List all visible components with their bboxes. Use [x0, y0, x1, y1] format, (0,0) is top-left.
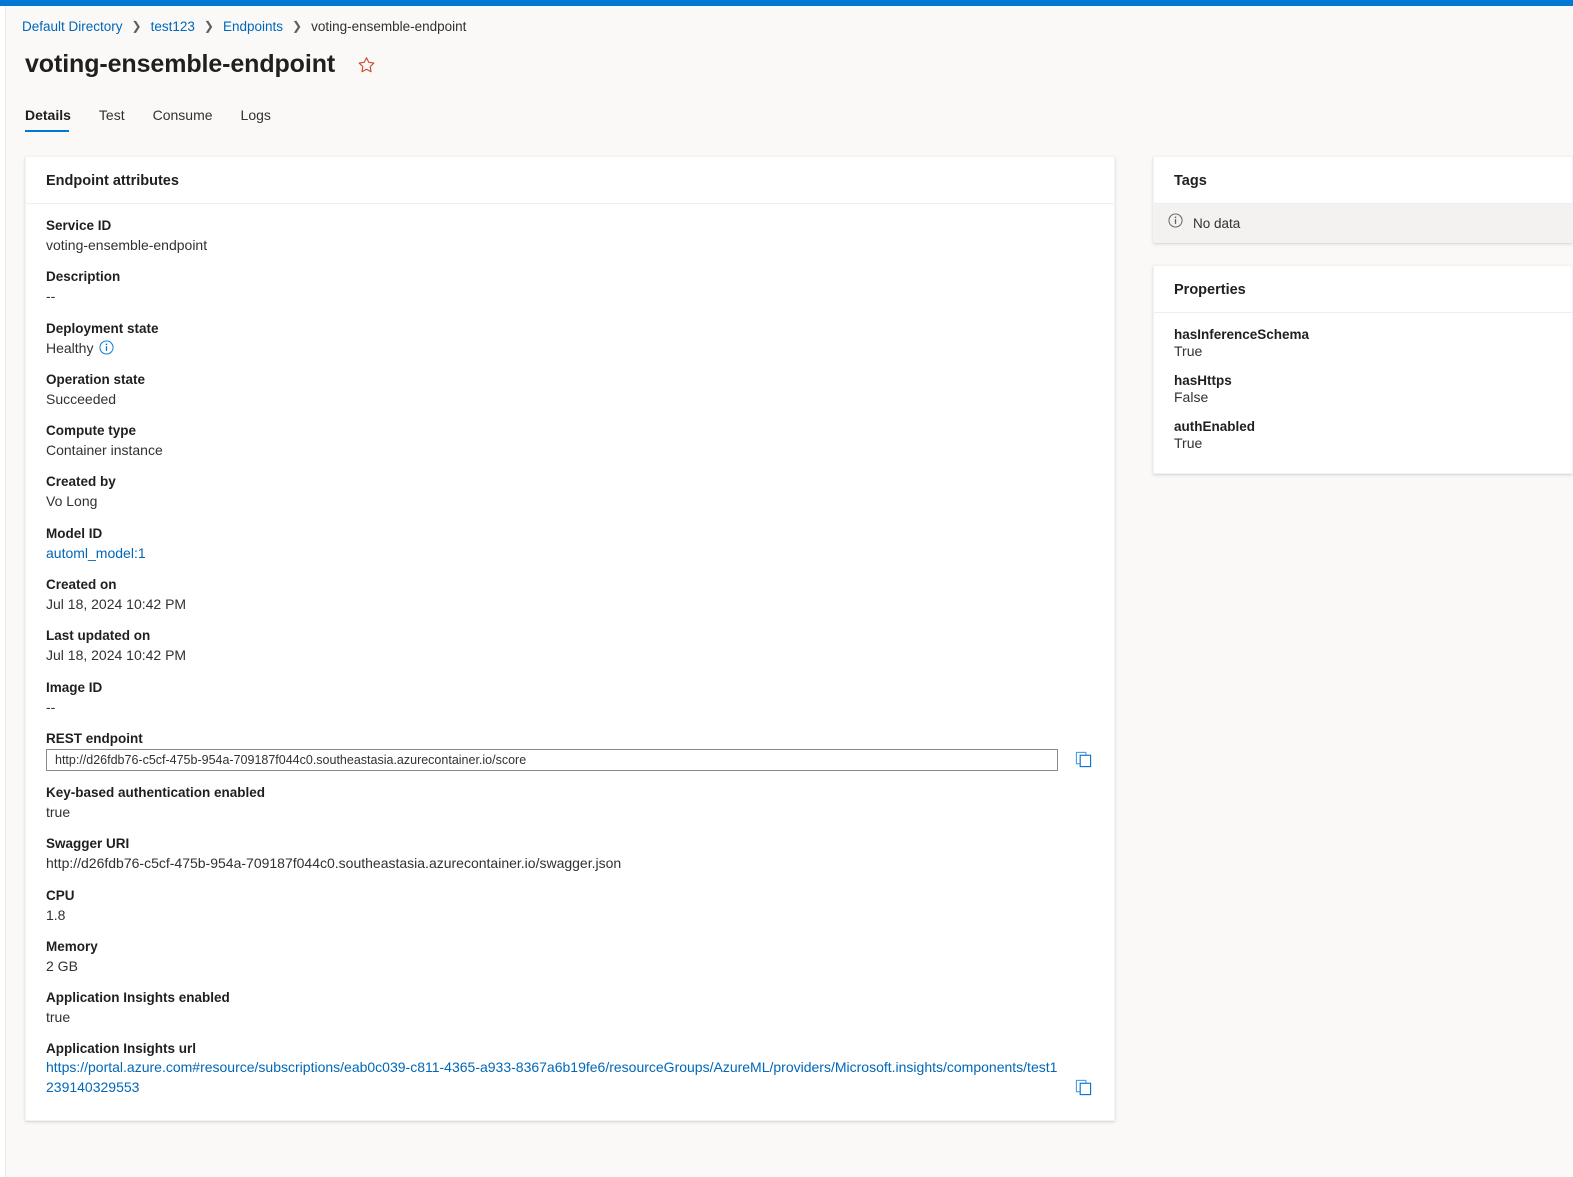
tab-test[interactable]: Test: [99, 107, 125, 132]
created-by-label: Created by: [46, 474, 116, 490]
compute-type-label: Compute type: [46, 423, 137, 439]
model-id-link[interactable]: automl_model:1: [46, 543, 1094, 563]
page-content: Default Directory ❯ test123 ❯ Endpoints …: [7, 6, 1573, 1122]
left-rail: [0, 6, 6, 1177]
deployment-state-value: Healthy: [46, 339, 94, 356]
breadcrumb-separator-icon: ❯: [203, 19, 214, 33]
service-id-value: voting-ensemble-endpoint: [46, 237, 208, 253]
endpoint-attributes-card: Endpoint attributes Service ID voting-en…: [25, 156, 1115, 1122]
attribute-created-by: Created by Vo Long: [46, 474, 1094, 511]
operation-state-value: Succeeded: [46, 390, 117, 407]
properties-card: Properties hasInferenceSchema True hasHt…: [1153, 265, 1573, 474]
breadcrumb-item-default-directory[interactable]: Default Directory: [22, 19, 123, 34]
model-id-label: Model ID: [46, 525, 103, 541]
attribute-compute-type: Compute type Container instance: [46, 423, 1094, 460]
endpoint-attributes-title: Endpoint attributes: [26, 157, 1114, 204]
breadcrumb-separator-icon: ❯: [131, 19, 142, 33]
tab-consume[interactable]: Consume: [153, 107, 213, 132]
key-auth-value: true: [46, 803, 71, 820]
last-updated-on-label: Last updated on: [46, 628, 151, 644]
page-title-row: voting-ensemble-endpoint: [7, 36, 1573, 82]
attribute-image-id: Image ID --: [46, 680, 1094, 717]
image-id-value: --: [46, 698, 56, 715]
attribute-deployment-state: Deployment state Healthy: [46, 321, 1094, 358]
attribute-app-insights-enabled: Application Insights enabled true: [46, 990, 1094, 1027]
attribute-rest-endpoint: REST endpoint: [46, 731, 1094, 771]
app-insights-url-link[interactable]: https://portal.azure.com#resource/subscr…: [46, 1058, 1058, 1098]
property-row: hasHttps False: [1174, 373, 1552, 405]
info-icon[interactable]: [99, 340, 114, 355]
attribute-description: Description --: [46, 269, 1094, 306]
app-insights-url-label: Application Insights url: [46, 1041, 197, 1057]
rest-endpoint-input[interactable]: [46, 748, 1059, 771]
app-insights-enabled-label: Application Insights enabled: [46, 990, 230, 1006]
endpoint-details-page: Default Directory ❯ test123 ❯ Endpoints …: [0, 0, 1573, 1177]
properties-body: hasInferenceSchema True hasHttps False a…: [1154, 313, 1572, 473]
property-value: True: [1174, 435, 1203, 451]
tab-logs[interactable]: Logs: [241, 107, 271, 132]
property-value: False: [1174, 389, 1209, 405]
side-column: Tags No data Properties hasInferenceSche…: [1153, 156, 1573, 474]
rest-endpoint-row: [46, 748, 1094, 771]
tags-empty-text: No data: [1193, 215, 1241, 231]
rest-endpoint-label: REST endpoint: [46, 730, 143, 746]
property-label: hasInferenceSchema: [1174, 327, 1310, 342]
copy-icon[interactable]: [1072, 1076, 1094, 1098]
breadcrumb: Default Directory ❯ test123 ❯ Endpoints …: [7, 6, 1573, 36]
swagger-uri-label: Swagger URI: [46, 836, 130, 852]
image-id-label: Image ID: [46, 679, 103, 695]
property-label: hasHttps: [1174, 373, 1232, 388]
property-row: authEnabled True: [1174, 419, 1552, 451]
property-value: True: [1174, 343, 1203, 359]
swagger-uri-value: http://d26fdb76-c5cf-475b-954a-709187f04…: [46, 855, 622, 872]
copy-icon[interactable]: [1072, 749, 1094, 771]
last-updated-on-value: Jul 18, 2024 10:42 PM: [46, 647, 187, 664]
info-icon: [1168, 213, 1183, 233]
page-title: voting-ensemble-endpoint: [25, 49, 336, 78]
deployment-state-row: Healthy: [46, 338, 1094, 358]
memory-value: 2 GB: [46, 957, 78, 974]
created-by-value: Vo Long: [46, 493, 98, 510]
attribute-last-updated-on: Last updated on Jul 18, 2024 10:42 PM: [46, 628, 1094, 665]
property-label: authEnabled: [1174, 419, 1256, 434]
endpoint-attributes-body: Service ID voting-ensemble-endpoint Desc…: [26, 204, 1114, 1120]
tab-details[interactable]: Details: [25, 107, 71, 132]
attribute-cpu: CPU 1.8: [46, 888, 1094, 925]
properties-title: Properties: [1154, 266, 1572, 313]
deployment-state-label: Deployment state: [46, 320, 159, 336]
cpu-value: 1.8: [46, 906, 66, 923]
main-column: Endpoint attributes Service ID voting-en…: [25, 156, 1115, 1122]
compute-type-value: Container instance: [46, 442, 163, 459]
attribute-swagger-uri: Swagger URI http://d26fdb76-c5cf-475b-95…: [46, 836, 1094, 873]
tab-bar: Details Test Consume Logs: [7, 90, 1573, 132]
star-icon[interactable]: [357, 56, 376, 75]
tags-card: Tags No data: [1153, 156, 1573, 243]
attribute-model-id: Model ID automl_model:1: [46, 526, 1094, 563]
tags-empty-state: No data: [1154, 204, 1572, 242]
created-on-value: Jul 18, 2024 10:42 PM: [46, 596, 187, 613]
cpu-label: CPU: [46, 887, 75, 903]
app-insights-enabled-value: true: [46, 1009, 71, 1026]
app-insights-url-row: https://portal.azure.com#resource/subscr…: [46, 1058, 1094, 1098]
service-id-label: Service ID: [46, 218, 112, 233]
description-label: Description: [46, 269, 121, 285]
breadcrumb-item-endpoints[interactable]: Endpoints: [223, 19, 283, 34]
key-auth-label: Key-based authentication enabled: [46, 784, 266, 800]
tags-title: Tags: [1154, 157, 1572, 204]
attribute-app-insights-url: Application Insights url https://portal.…: [46, 1041, 1094, 1098]
breadcrumb-item-test123[interactable]: test123: [151, 19, 195, 34]
attribute-memory: Memory 2 GB: [46, 939, 1094, 976]
property-row: hasInferenceSchema True: [1174, 327, 1552, 359]
created-on-label: Created on: [46, 577, 117, 593]
attribute-created-on: Created on Jul 18, 2024 10:42 PM: [46, 577, 1094, 614]
attribute-key-auth: Key-based authentication enabled true: [46, 785, 1094, 822]
memory-label: Memory: [46, 938, 98, 954]
attribute-service-id: Service ID voting-ensemble-endpoint: [46, 218, 1094, 255]
attribute-operation-state: Operation state Succeeded: [46, 372, 1094, 409]
content-columns: Endpoint attributes Service ID voting-en…: [7, 132, 1573, 1122]
description-value: --: [46, 288, 56, 305]
operation-state-label: Operation state: [46, 371, 146, 387]
breadcrumb-item-current: voting-ensemble-endpoint: [311, 18, 467, 34]
breadcrumb-separator-icon: ❯: [292, 19, 303, 33]
